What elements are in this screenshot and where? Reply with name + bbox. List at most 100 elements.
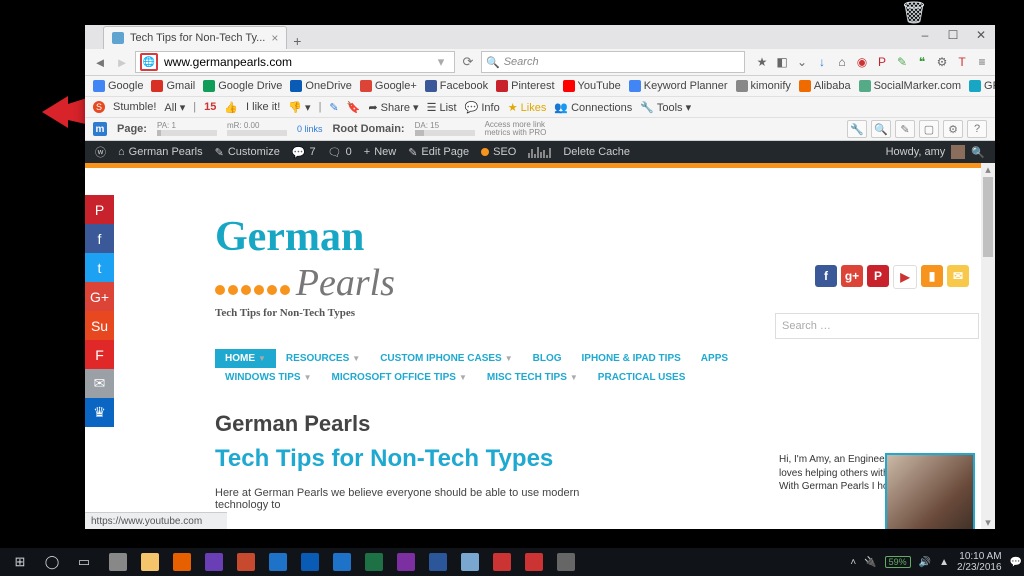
wp-edit[interactable]: ✎ Edit Page (408, 146, 469, 159)
nav-microsoft-office-tips[interactable]: MICROSOFT OFFICE TIPS▼ (321, 368, 476, 387)
bookmark-kwplanner[interactable]: Keyword Planner (629, 80, 728, 92)
site-logo[interactable]: German Pearls Tech Tips for Non-Tech Typ… (215, 213, 865, 319)
back-button[interactable]: ◄ (91, 53, 109, 71)
url-input[interactable] (162, 54, 432, 70)
wp-logo-icon[interactable]: ⓦ (95, 144, 106, 160)
taskbar-app-excel[interactable] (358, 550, 390, 574)
taskbar-app-reader[interactable] (486, 550, 518, 574)
share-pinterest[interactable]: P (85, 195, 114, 224)
maximize-button[interactable]: ☐ (939, 25, 967, 45)
nav-apps[interactable]: APPS (691, 349, 738, 368)
social-contact[interactable]: ✉ (947, 265, 969, 287)
tray-plug-icon[interactable]: 🔌 (864, 557, 876, 568)
taskbar-app-mail[interactable] (262, 550, 294, 574)
likes-button[interactable]: ★ Likes (508, 101, 547, 114)
share-facebook[interactable]: f (85, 224, 114, 253)
bookmark-google[interactable]: Google (93, 80, 143, 92)
taskbar-app-onenote[interactable] (390, 550, 422, 574)
wp-site-link[interactable]: ⌂ German Pearls (118, 146, 203, 158)
bookmark-gdrive[interactable]: Google Drive (203, 80, 282, 92)
taskbar-app-word[interactable] (422, 550, 454, 574)
bookmark-facebook[interactable]: Facebook (425, 80, 488, 92)
nav-custom-iphone-cases[interactable]: CUSTOM IPHONE CASES▼ (370, 349, 522, 368)
moz-help-icon[interactable]: ? (967, 120, 987, 138)
moz-highlight-icon[interactable]: ✎ (895, 120, 915, 138)
tab-close-icon[interactable]: × (271, 31, 278, 45)
evernote-icon[interactable]: ✎ (895, 55, 909, 69)
pinterest-icon[interactable]: P (875, 55, 889, 69)
bookmark-youtube[interactable]: YouTube (563, 80, 621, 92)
moz-logo-icon[interactable]: m (93, 122, 107, 136)
taskbar-app-app2[interactable] (198, 550, 230, 574)
system-tray[interactable]: ˄ 🔌 59% 🔊 ▲ 10:10 AM 2/23/2016 💬 (850, 551, 1024, 573)
taskbar-app-app3[interactable] (230, 550, 262, 574)
bookmark-gplus[interactable]: Google+ (360, 80, 417, 92)
taskbar-app-store[interactable] (102, 550, 134, 574)
clock[interactable]: 10:10 AM 2/23/2016 (957, 551, 1002, 573)
tray-network-icon[interactable]: ▲ (939, 557, 949, 568)
hangouts-icon[interactable]: ❝ (915, 55, 929, 69)
bookmark-gmail[interactable]: Gmail (151, 80, 195, 92)
reload-button[interactable]: ⟳ (459, 53, 477, 71)
forward-button[interactable]: ► (113, 53, 131, 71)
social-facebook[interactable]: f (815, 265, 837, 287)
shield-icon[interactable]: ◧ (775, 55, 789, 69)
pocket-icon[interactable]: ⌄ (795, 55, 809, 69)
new-tab-button[interactable]: + (287, 33, 307, 49)
wp-search-icon[interactable]: 🔍 (971, 146, 985, 159)
taskbar-app-outlook[interactable] (294, 550, 326, 574)
bookmark-gpwebmail[interactable]: GP Webmail (969, 80, 995, 92)
stumble-icon[interactable]: S (93, 101, 105, 113)
stumble-button[interactable]: Stumble! (113, 101, 156, 113)
like-label[interactable]: I like it! (246, 101, 280, 113)
t-icon[interactable]: T (955, 55, 969, 69)
site-search-input[interactable]: Search … (775, 313, 979, 339)
wp-new[interactable]: + New (364, 146, 396, 158)
wp-stats-icon[interactable] (528, 146, 551, 158)
share-sumome[interactable]: ♛ (85, 398, 114, 427)
share-email[interactable]: ✉ (85, 369, 114, 398)
close-button[interactable]: ✕ (967, 25, 995, 45)
share-menu[interactable]: ➦ Share ▾ (368, 101, 418, 114)
nav-iphone-ipad-tips[interactable]: IPHONE & IPAD TIPS (572, 349, 691, 368)
moz-links[interactable]: 0 links (297, 124, 323, 134)
wp-howdy[interactable]: Howdy, amy (886, 146, 946, 158)
tag-icon[interactable]: 🔖 (347, 101, 361, 114)
tray-up-icon[interactable]: ˄ (850, 557, 856, 568)
download-icon[interactable]: ↓ (815, 55, 829, 69)
moz-wrench-icon[interactable]: 🔧 (847, 120, 867, 138)
taskbar-app-app4[interactable] (518, 550, 550, 574)
list-button[interactable]: ☰ List (427, 101, 457, 114)
tray-volume-icon[interactable]: 🔊 (919, 557, 931, 568)
share-flipboard[interactable]: F (85, 340, 114, 369)
nav-resources[interactable]: RESOURCES▼ (276, 349, 370, 368)
share-gplus[interactable]: G+ (85, 282, 114, 311)
nav-windows-tips[interactable]: WINDOWS TIPS▼ (215, 368, 321, 387)
social-youtube[interactable]: ▶ (893, 265, 917, 289)
moz-access[interactable]: Access more link metrics with PRO (485, 121, 547, 137)
social-gplus[interactable]: g+ (841, 265, 863, 287)
action-center-icon[interactable]: 💬 (1010, 557, 1022, 568)
taskbar-app-edge[interactable] (326, 550, 358, 574)
gear-icon[interactable]: ⚙ (935, 55, 949, 69)
share-stumble[interactable]: Su (85, 311, 114, 340)
moz-box-icon[interactable]: ▢ (919, 120, 939, 138)
taskbar-taskview[interactable]: ▭ (68, 550, 100, 574)
abp-icon[interactable]: ◉ (855, 55, 869, 69)
browser-tab[interactable]: Tech Tips for Non-Tech Ty... × (103, 26, 287, 49)
tools-menu[interactable]: 🔧 Tools ▾ (640, 101, 691, 114)
edit-icon[interactable]: ✎ (329, 101, 338, 114)
home-icon[interactable]: ⌂ (835, 55, 849, 69)
site-identity-icon[interactable]: 🌐 (140, 53, 158, 71)
wp-seo[interactable]: SEO (481, 146, 516, 158)
wp-customize[interactable]: ✎ Customize (215, 146, 280, 159)
dislike-button[interactable]: 👎 ▾ (288, 101, 310, 114)
wp-delete-cache[interactable]: Delete Cache (563, 146, 630, 158)
nav-misc-tech-tips[interactable]: MISC TECH TIPS▼ (477, 368, 588, 387)
menu-icon[interactable]: ≡ (975, 55, 989, 69)
nav-home[interactable]: HOME▼ (215, 349, 276, 368)
bookmark-alibaba[interactable]: Alibaba (799, 80, 851, 92)
taskbar-start[interactable]: ⊞ (4, 550, 36, 574)
nav-practical-uses[interactable]: PRACTICAL USES (588, 368, 696, 387)
wp-comments[interactable]: 💬 7 (292, 146, 316, 159)
